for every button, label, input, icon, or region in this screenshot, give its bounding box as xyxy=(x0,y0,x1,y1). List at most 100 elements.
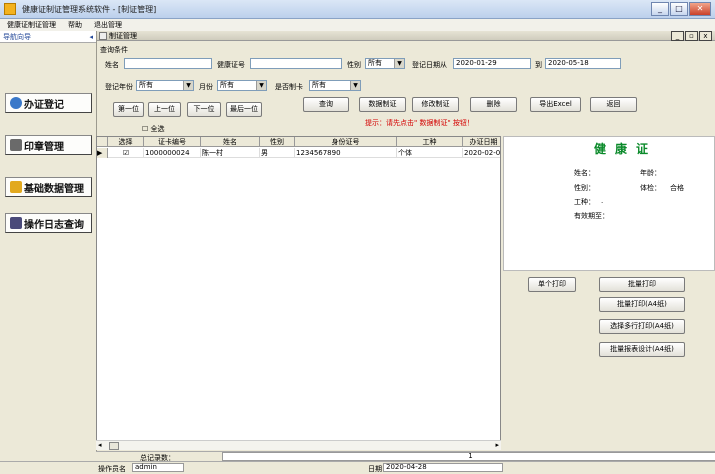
cell-name[interactable]: 陈一村 xyxy=(201,148,260,158)
cell-job[interactable]: 个体 xyxy=(397,148,463,158)
made-label: 是否制卡 xyxy=(275,83,303,91)
name-label: 姓名 xyxy=(105,61,119,69)
records-table: 选择 证卡编号 姓名 性别 身份证号 工种 办证日期 ▶ ☑ 100000002… xyxy=(96,136,501,446)
col-header-name[interactable]: 姓名 xyxy=(201,137,260,147)
year-value: 所有 xyxy=(139,81,153,89)
close-button[interactable]: ✕ xyxy=(689,2,711,16)
app-status-bar: 操作员名 admin 日期 2020-04-28 xyxy=(0,461,715,473)
cell-gender[interactable]: 男 xyxy=(260,148,295,158)
month-value: 所有 xyxy=(220,81,234,89)
col-header-gender[interactable]: 性别 xyxy=(260,137,295,147)
next-record-button[interactable]: 下一位 xyxy=(187,102,221,117)
row-header-corner xyxy=(97,137,108,147)
card-title: 健康证 xyxy=(594,142,658,156)
gender-label: 性别 xyxy=(347,61,361,69)
select-all-checkbox[interactable]: ☐ 全选 xyxy=(142,124,165,134)
cert-no-label: 健康证号 xyxy=(217,61,245,69)
first-record-button[interactable]: 第一位 xyxy=(113,102,144,117)
last-record-button[interactable]: 最后一位 xyxy=(226,102,262,117)
database-icon xyxy=(10,181,22,193)
card-job-value: . xyxy=(601,197,604,205)
child-titlebar: 制证管理 xyxy=(97,31,715,41)
scroll-right-icon[interactable]: ▸ xyxy=(495,441,499,449)
chevron-down-icon: ▼ xyxy=(350,81,360,90)
cell-card-no[interactable]: 1000000024 xyxy=(144,148,201,158)
name-input[interactable] xyxy=(124,58,212,69)
pin-icon[interactable]: ◂ xyxy=(89,33,93,41)
operator-label: 操作员名 xyxy=(98,465,126,473)
chevron-down-icon: ▼ xyxy=(256,81,266,90)
app-icon xyxy=(4,3,16,15)
scroll-thumb[interactable] xyxy=(109,442,119,450)
window-title: 健康证制证管理系统软件 - [制证管理] xyxy=(22,4,157,14)
nav-item-log[interactable]: 操作日志查询 xyxy=(5,213,92,233)
child-title: 制证管理 xyxy=(109,31,137,40)
col-header-date[interactable]: 办证日期 xyxy=(463,137,500,147)
minimize-button[interactable]: _ xyxy=(651,2,669,16)
single-print-button[interactable]: 单个打印 xyxy=(528,277,576,292)
row-checkbox[interactable]: ☑ xyxy=(108,148,144,158)
card-exam-label: 体检： xyxy=(640,184,661,192)
cell-id-no[interactable]: 1234567890 xyxy=(295,148,397,158)
maximize-button[interactable]: □ xyxy=(670,2,688,16)
date-from-input[interactable]: 2020-01-29 xyxy=(453,58,531,69)
year-select[interactable]: 所有 ▼ xyxy=(136,80,194,91)
hint-text: 提示：请先点击" 数据制证" 按钮！ xyxy=(365,119,474,127)
menu-help[interactable]: 帮助 xyxy=(68,20,82,30)
card-valid-label: 有效期至： xyxy=(574,212,609,220)
total-records-value: 1 xyxy=(222,452,715,461)
prev-record-button[interactable]: 上一位 xyxy=(148,102,181,117)
stamp-icon xyxy=(10,139,22,151)
date-to-input[interactable]: 2020-05-18 xyxy=(545,58,621,69)
window-icon xyxy=(99,31,107,40)
chevron-down-icon: ▼ xyxy=(183,81,193,90)
row-marker[interactable]: ▶ xyxy=(97,148,108,158)
child-close-button[interactable]: x xyxy=(699,31,712,41)
reg-date-label: 登记日期从 xyxy=(412,61,447,69)
nav-item-label: 印章管理 xyxy=(24,141,64,153)
nav-item-registration[interactable]: 办证登记 xyxy=(5,93,92,113)
col-header-job[interactable]: 工种 xyxy=(397,137,463,147)
month-select[interactable]: 所有 ▼ xyxy=(217,80,267,91)
nav-panel: 导航向导 ◂ 办证登记 印章管理 基础数据管理 操作日志查询 xyxy=(0,31,97,461)
nav-item-label: 基础数据管理 xyxy=(24,183,84,195)
card-exam-value: 合格 xyxy=(670,184,684,192)
horizontal-scrollbar[interactable]: ◂ ▸ xyxy=(96,440,501,450)
cell-date[interactable]: 2020-02-06 xyxy=(463,148,500,158)
nav-header: 导航向导 ◂ xyxy=(0,31,96,43)
query-button[interactable]: 查询 xyxy=(303,97,349,112)
card-gender-label: 性别： xyxy=(574,184,595,192)
nav-header-label: 导航向导 xyxy=(3,32,31,41)
nav-item-basic-data[interactable]: 基础数据管理 xyxy=(5,177,92,197)
gender-value: 所有 xyxy=(368,59,382,67)
modify-cert-button[interactable]: 修改制证 xyxy=(412,97,459,112)
date-label: 日期 xyxy=(368,465,382,473)
export-excel-button[interactable]: 导出Excel xyxy=(530,97,581,112)
child-restore-button[interactable]: ▫ xyxy=(685,31,698,41)
log-icon xyxy=(10,217,22,229)
records-status-bar: 总记录数： 1 xyxy=(96,451,715,462)
menu-cert-management[interactable]: 健康证制证管理 xyxy=(7,20,56,30)
nav-item-stamp[interactable]: 印章管理 xyxy=(5,135,92,155)
menu-exit[interactable]: 退出管理 xyxy=(94,20,122,30)
scroll-left-icon[interactable]: ◂ xyxy=(98,441,102,449)
gender-select[interactable]: 所有 ▼ xyxy=(365,58,405,69)
multi-print-a4-button[interactable]: 选择多行打印(A4纸) xyxy=(599,319,685,334)
card-name-label: 姓名： xyxy=(574,169,595,177)
back-button[interactable]: 返回 xyxy=(590,97,637,112)
date-to-label: 到 xyxy=(535,61,542,69)
year-label: 登记年份 xyxy=(105,83,133,91)
child-minimize-button[interactable]: _ xyxy=(671,31,684,41)
col-header-id-no[interactable]: 身份证号 xyxy=(295,137,397,147)
batch-print-a4-button[interactable]: 批量打印(A4纸) xyxy=(599,297,685,312)
col-header-select[interactable]: 选择 xyxy=(108,137,144,147)
made-select[interactable]: 所有 ▼ xyxy=(309,80,361,91)
batch-design-a4-button[interactable]: 批量报表设计(A4纸) xyxy=(599,342,685,357)
batch-print-button[interactable]: 批量打印 xyxy=(599,277,685,292)
delete-button[interactable]: 删除 xyxy=(470,97,517,112)
cert-no-input[interactable] xyxy=(250,58,342,69)
card-age-label: 年龄： xyxy=(640,169,661,177)
made-value: 所有 xyxy=(312,81,326,89)
col-header-card-no[interactable]: 证卡编号 xyxy=(144,137,201,147)
make-cert-button[interactable]: 数据制证 xyxy=(359,97,406,112)
